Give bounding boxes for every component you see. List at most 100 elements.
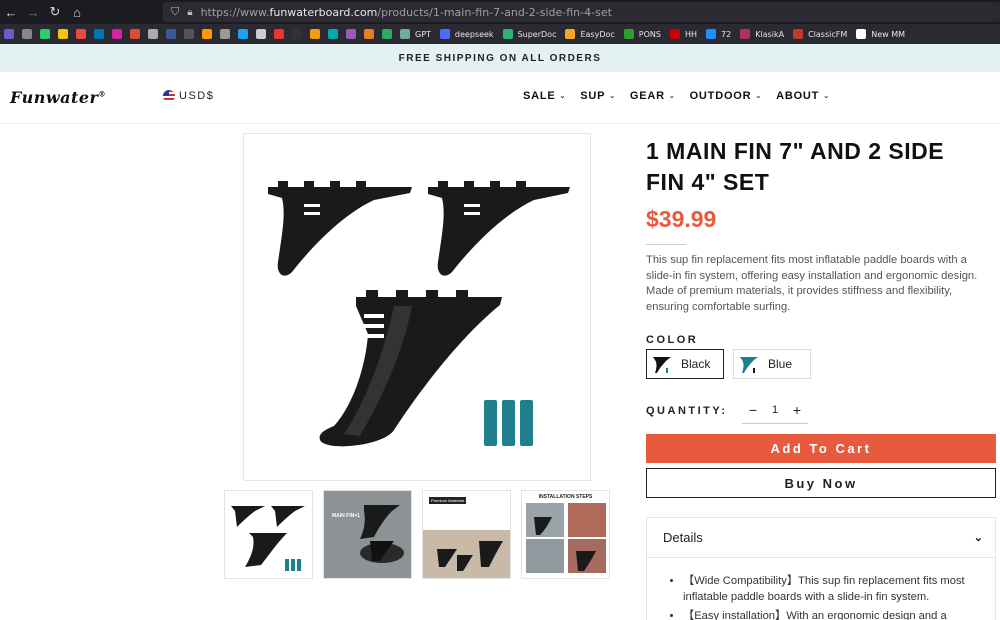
browser-toolbar: ← → ↻ ⌂ ⛉ 🔒︎ https://www.funwaterboard.c… <box>0 0 1000 24</box>
home-icon[interactable]: ⌂ <box>66 5 88 20</box>
menu-item-about[interactable]: ABOUT ⌄ <box>776 90 830 102</box>
bookmark-favicon-icon[interactable] <box>184 29 194 39</box>
bookmark-item[interactable]: SuperDoc <box>501 29 560 39</box>
bookmark-favicon-icon[interactable] <box>310 29 320 39</box>
quantity-input[interactable]: 1 <box>764 404 786 416</box>
thumbnail-caption: Premium Materials <box>429 497 467 504</box>
thumbnail-2[interactable]: MAIN FIN×1 <box>323 490 412 579</box>
chevron-down-icon: ⌄ <box>823 93 830 100</box>
product-title: 1 MAIN FIN 7" AND 2 SIDE FIN 4" SET <box>646 138 945 195</box>
details-accordion-header[interactable]: Details ⌄ <box>646 517 996 558</box>
menu-item-outdoor[interactable]: OUTDOOR ⌄ <box>690 90 763 102</box>
menu-item-sup[interactable]: SUP ⌄ <box>580 90 616 102</box>
logo-text: Funwater <box>10 88 99 107</box>
chevron-down-icon: ⌄ <box>668 93 676 100</box>
bookmark-favicon-icon[interactable] <box>166 29 176 39</box>
bookmark-favicon-icon[interactable] <box>238 29 248 39</box>
color-option-label: Blue <box>768 357 793 371</box>
color-option-black[interactable]: Black <box>646 349 724 379</box>
bookmark-favicon-icon[interactable] <box>256 29 266 39</box>
bookmark-favicon-icon[interactable] <box>4 29 14 39</box>
menu-label: GEAR <box>629 90 665 102</box>
bookmark-label: SuperDoc <box>517 29 557 39</box>
bookmark-favicon-icon[interactable] <box>220 29 230 39</box>
bookmark-favicon-icon[interactable] <box>292 29 302 39</box>
product-price: $39.99 <box>646 206 717 232</box>
details-item: 【Easy installation】With an ergonomic des… <box>683 608 983 620</box>
bookmark-favicon-icon[interactable] <box>130 29 140 39</box>
bookmark-item[interactable]: PONS <box>622 29 664 39</box>
quantity-increase-button[interactable]: + <box>786 400 808 420</box>
bookmark-favicon-icon <box>502 29 513 39</box>
fin-set-image <box>268 181 570 447</box>
chevron-down-icon: ⌄ <box>559 93 567 100</box>
bookmark-favicon-icon <box>439 29 450 39</box>
bookmark-favicon-icon[interactable] <box>364 29 374 39</box>
bookmark-label: 72 <box>721 29 732 39</box>
lock-icon[interactable]: 🔒︎ <box>187 7 192 18</box>
bookmark-label: KlasikA <box>755 29 785 39</box>
add-to-cart-button[interactable]: Add To Cart <box>646 434 996 463</box>
bookmark-favicon-icon[interactable] <box>148 29 158 39</box>
url-text[interactable]: https://www.funwaterboard.com/products/1… <box>201 6 612 19</box>
bookmark-label: New MM <box>871 29 906 39</box>
bookmark-favicon-icon[interactable] <box>58 29 68 39</box>
reload-icon[interactable]: ↻ <box>44 4 66 20</box>
quantity-decrease-button[interactable]: − <box>742 400 764 420</box>
bookmark-item[interactable]: ClassicFM <box>791 29 850 39</box>
quantity-stepper: − 1 + <box>742 400 808 420</box>
logo[interactable]: Funwater® <box>10 88 106 107</box>
bookmark-favicon-icon[interactable] <box>346 29 356 39</box>
shield-icon[interactable]: ⛉ <box>171 6 179 19</box>
bookmark-label: HH <box>684 29 697 39</box>
announcement-text: FREE SHIPPING ON ALL ORDERS <box>398 52 602 64</box>
announcement-bar: FREE SHIPPING ON ALL ORDERS <box>0 44 1000 72</box>
product-main-image[interactable] <box>243 133 591 481</box>
bookmark-item[interactable]: 72 <box>704 29 734 39</box>
menu-label: SUP <box>580 90 606 102</box>
color-option-label: Black <box>681 357 711 371</box>
menu-item-sale[interactable]: SALE ⌄ <box>523 90 566 102</box>
bookmark-favicon-icon[interactable] <box>94 29 104 39</box>
back-arrow-icon[interactable]: ← <box>0 5 22 20</box>
details-accordion-body: 【Wide Compatibility】This sup fin replace… <box>646 558 996 620</box>
bookmark-item[interactable]: HH <box>668 29 700 39</box>
bookmark-favicon-icon[interactable] <box>328 29 338 39</box>
bookmark-favicon-icon[interactable] <box>76 29 86 39</box>
main-fin-thumbnail <box>360 505 404 563</box>
bookmark-item[interactable]: KlasikA <box>738 29 787 39</box>
bookmark-favicon-icon[interactable] <box>40 29 50 39</box>
thumbnail-3[interactable]: Premium Materials <box>422 490 511 579</box>
currency-selector[interactable]: USD$ <box>163 90 214 102</box>
bookmark-item[interactable]: New MM <box>854 29 908 39</box>
bookmark-item[interactable]: deepseek <box>438 29 497 39</box>
details-item: 【Wide Compatibility】This sup fin replace… <box>683 573 983 605</box>
bookmark-favicon-icon <box>623 29 634 39</box>
menu-item-gear[interactable]: GEAR ⌄ <box>630 90 676 102</box>
bookmark-favicon-icon <box>669 29 680 39</box>
color-option-blue[interactable]: Blue <box>733 349 811 379</box>
forward-arrow-icon[interactable]: → <box>22 5 44 20</box>
bookmark-favicon-icon[interactable] <box>274 29 284 39</box>
bookmark-item[interactable]: GPT <box>398 29 434 39</box>
bookmark-favicon-icon <box>740 29 751 39</box>
bookmark-favicon-icon[interactable] <box>382 29 392 39</box>
buy-now-button[interactable]: Buy Now <box>646 468 996 498</box>
address-bar[interactable]: ⛉ 🔒︎ https://www.funwaterboard.com/produ… <box>163 2 1000 22</box>
product-description: This sup fin replacement fits most infla… <box>646 254 978 313</box>
bookmark-label: PONS <box>638 29 661 39</box>
bookmark-label: EasyDoc <box>580 29 615 39</box>
thumbnail-1[interactable] <box>224 490 313 579</box>
us-flag-icon <box>163 90 175 102</box>
color-options: Black Blue <box>646 349 811 379</box>
currency-label: USD$ <box>179 90 215 102</box>
fin-set-thumbnail <box>231 506 305 571</box>
logo-trademark: ® <box>98 89 106 99</box>
site-header: Funwater® USD$ SALE ⌄ SUP ⌄ GEAR ⌄ OUTDOOR ⌄… <box>0 72 1000 124</box>
bookmark-favicon-icon[interactable] <box>112 29 122 39</box>
thumbnail-4[interactable]: INSTALLATION STEPS <box>521 490 610 579</box>
bookmark-item[interactable]: EasyDoc <box>563 29 617 39</box>
thumbnail-strip: MAIN FIN×1 Premium Materials INSTALLATIO… <box>224 490 610 579</box>
bookmark-favicon-icon[interactable] <box>202 29 212 39</box>
bookmark-favicon-icon[interactable] <box>22 29 32 39</box>
